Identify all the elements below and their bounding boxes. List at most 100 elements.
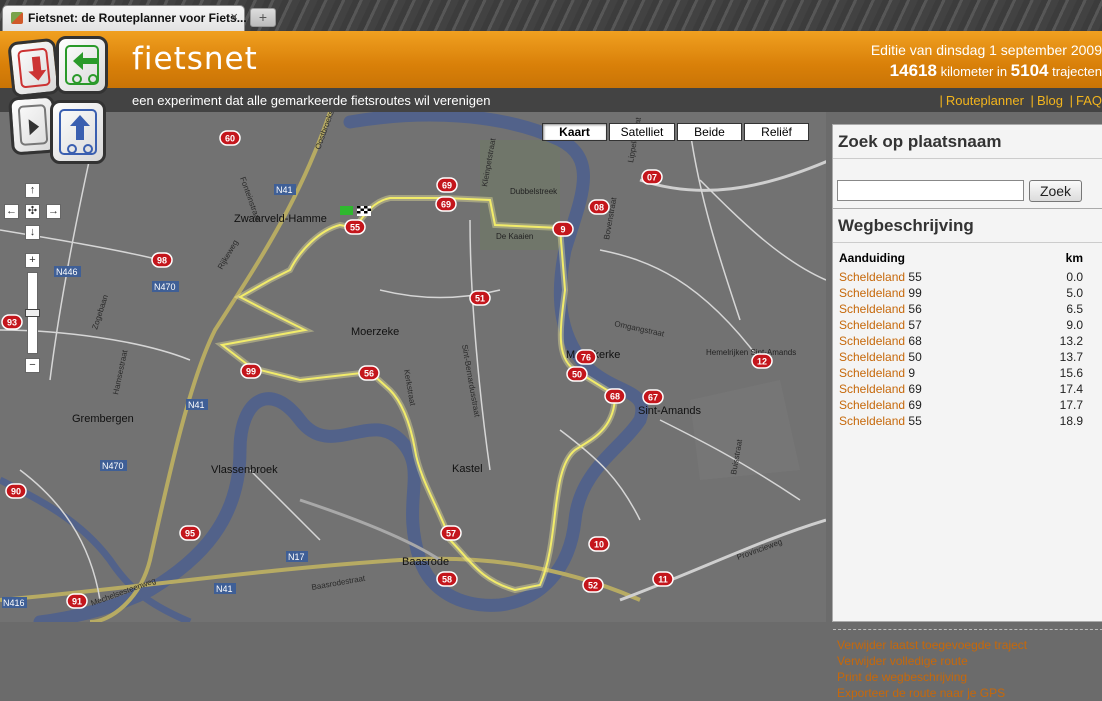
node-marker[interactable]: 98 <box>151 252 173 268</box>
node-marker[interactable]: 69 <box>435 196 457 212</box>
stats-line: 14618 kilometer in 5104 trajecten <box>890 61 1102 81</box>
node-marker[interactable]: 68 <box>604 388 626 404</box>
route-step: Scheldeland 99 <box>839 285 1029 301</box>
town-label: Grembergen <box>72 413 134 425</box>
node-marker[interactable]: 58 <box>436 571 458 587</box>
node-marker[interactable]: 52 <box>582 577 604 593</box>
pan-up-icon[interactable]: ↑ <box>25 183 40 198</box>
node-marker[interactable]: 10 <box>588 536 610 552</box>
route-row: Scheldeland 57 9.0 <box>839 317 1083 333</box>
town-label: Kastel <box>452 463 483 475</box>
browser-tab[interactable]: Fietsnet: de Routeplanner voor Fiets... … <box>2 5 247 31</box>
route-step-link[interactable]: Scheldeland <box>839 414 905 428</box>
print-directions-link[interactable]: Print de wegbeschrijving <box>837 669 1027 685</box>
node-marker[interactable]: 95 <box>179 525 201 541</box>
route-step-link[interactable]: Scheldeland <box>839 334 905 348</box>
node-marker[interactable]: 90 <box>5 483 27 499</box>
nav-links: | Routeplanner | Blog | FAQ <box>939 93 1102 108</box>
zoom-in-button[interactable]: + <box>25 253 40 268</box>
col-header-label: Aanduiding <box>839 251 905 265</box>
node-marker[interactable]: 93 <box>1 314 23 330</box>
logo-tile-green <box>56 36 108 94</box>
route-step: Scheldeland 55 <box>839 413 1029 429</box>
search-input[interactable] <box>837 180 1024 201</box>
route-map[interactable]: N41 N470 N446 N41 N470 N17 N416 N41 Zwaa… <box>0 112 826 622</box>
route-row: Scheldeland 50 13.7 <box>839 349 1083 365</box>
search-box: Zoek op plaatsnaam Zoek <box>832 124 1102 210</box>
route-step-link[interactable]: Scheldeland <box>839 398 905 412</box>
nav-routeplanner[interactable]: Routeplanner <box>946 93 1024 108</box>
node-marker-label: 67 <box>648 393 658 403</box>
nav-blog[interactable]: Blog <box>1037 93 1063 108</box>
map-type-relief[interactable]: Reliëf <box>744 123 809 141</box>
route-step-link[interactable]: Scheldeland <box>839 350 905 364</box>
route-step-link[interactable]: Scheldeland <box>839 318 905 332</box>
node-marker[interactable]: 56 <box>358 365 380 381</box>
search-button[interactable]: Zoek <box>1029 180 1082 202</box>
pan-left-icon[interactable]: ← <box>4 204 19 219</box>
route-step-link[interactable]: Scheldeland <box>839 382 905 396</box>
node-marker[interactable]: 69 <box>436 177 458 193</box>
node-marker[interactable]: 57 <box>440 525 462 541</box>
route-step-node: 55 <box>908 414 922 428</box>
tagline: een experiment dat alle gemarkeerde fiet… <box>132 93 491 108</box>
pan-down-icon[interactable]: ↓ <box>25 225 40 240</box>
zoom-slider-handle[interactable] <box>25 309 40 317</box>
node-marker-label: 50 <box>572 370 582 380</box>
road-label: N17 <box>288 552 305 562</box>
remove-last-segment-link[interactable]: Verwijder laatst toegevoegde traject <box>837 637 1027 653</box>
route-row: Scheldeland 69 17.4 <box>839 381 1083 397</box>
node-marker[interactable]: 76 <box>575 349 597 365</box>
site-brand[interactable]: fietsnet <box>132 41 258 77</box>
route-heading: Wegbeschrijving <box>833 209 1102 243</box>
node-marker-label: 56 <box>364 369 374 379</box>
route-step-km: 13.7 <box>1059 350 1083 364</box>
km-count: 14618 <box>889 61 937 80</box>
town-label: Moerzeke <box>351 326 399 338</box>
node-marker[interactable]: 07 <box>641 169 663 185</box>
node-marker-label: 08 <box>594 203 604 213</box>
remove-route-link[interactable]: Verwijder volledige route <box>837 653 1027 669</box>
node-marker[interactable]: 11 <box>652 571 674 587</box>
node-marker[interactable]: 51 <box>469 290 491 306</box>
side-panel: Zoek op plaatsnaam Zoek Wegbeschrijving … <box>826 112 1102 700</box>
node-marker[interactable]: 08 <box>588 199 610 215</box>
divider <box>833 629 1102 630</box>
node-marker[interactable]: 50 <box>566 366 588 382</box>
node-marker[interactable]: 12 <box>751 353 773 369</box>
route-step-link[interactable]: Scheldeland <box>839 270 905 284</box>
node-marker[interactable]: 67 <box>642 389 664 405</box>
favicon-icon <box>11 12 23 24</box>
zoom-out-button[interactable]: − <box>25 358 40 373</box>
node-marker[interactable]: 91 <box>66 593 88 609</box>
route-label: trajecten <box>1052 64 1102 79</box>
node-marker[interactable]: 60 <box>219 130 241 146</box>
node-marker[interactable]: 9 <box>552 221 574 237</box>
route-step-link[interactable]: Scheldeland <box>839 366 905 380</box>
node-marker[interactable]: 55 <box>344 219 366 235</box>
road-label: N416 <box>3 598 25 608</box>
route-step-link[interactable]: Scheldeland <box>839 286 905 300</box>
node-marker-label: 9 <box>560 225 565 235</box>
map-canvas[interactable]: N41 N470 N446 N41 N470 N17 N416 N41 Zwaa… <box>0 112 826 622</box>
nav-faq[interactable]: FAQ <box>1076 93 1102 108</box>
node-marker[interactable]: 99 <box>240 363 262 379</box>
route-step: Scheldeland 57 <box>839 317 1029 333</box>
map-type-satelliet[interactable]: Satelliet <box>609 123 675 141</box>
zoom-slider[interactable] <box>25 272 40 354</box>
town-label: Sint-Amands <box>638 405 701 417</box>
close-icon[interactable]: × <box>230 9 238 24</box>
route-step: Scheldeland 9 <box>839 365 1029 381</box>
route-step-km: 0.0 <box>1066 270 1083 284</box>
route-row: Scheldeland 68 13.2 <box>839 333 1083 349</box>
route-step-link[interactable]: Scheldeland <box>839 302 905 316</box>
map-type-kaart[interactable]: Kaart <box>542 123 607 141</box>
col-header-km: km <box>1065 251 1083 265</box>
export-gps-link[interactable]: Exporteer de route naar je GPS <box>837 685 1027 701</box>
route-step-km: 15.6 <box>1059 366 1083 380</box>
pan-right-icon[interactable]: → <box>46 204 61 219</box>
town-label: De Kaaien <box>496 232 533 241</box>
new-tab-button[interactable]: + <box>250 8 276 27</box>
recenter-icon[interactable]: ✣ <box>25 204 40 219</box>
map-type-beide[interactable]: Beide <box>677 123 742 141</box>
